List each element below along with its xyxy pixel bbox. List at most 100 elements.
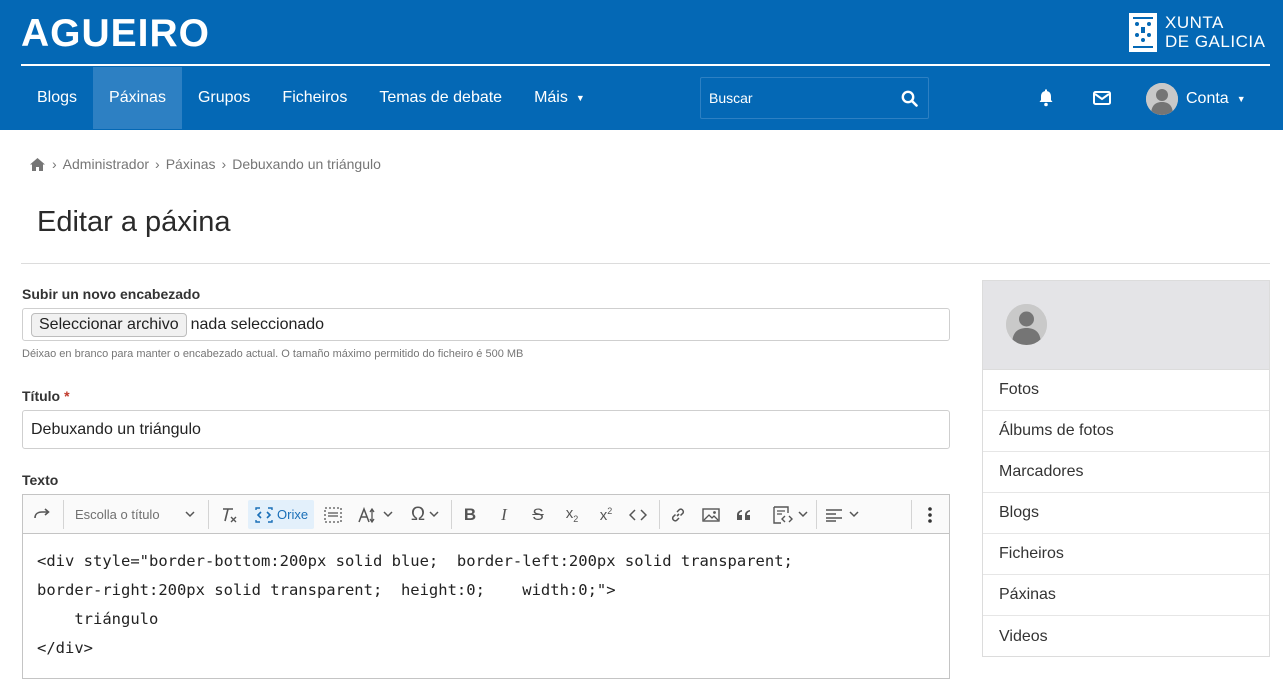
top-header: AGUEIRO XUNTA DE GALICIA Blogs Páxinas G…: [0, 0, 1283, 130]
editor-toolbar: Escolla o título Orixe Ω B I S x2 x2: [23, 495, 949, 534]
sidebar-item-videos[interactable]: Videos: [983, 616, 1269, 657]
editor-source-content[interactable]: <div style="border-bottom:200px solid bl…: [37, 547, 793, 663]
header-file-input[interactable]: Seleccionar archivo nada seleccionado: [22, 308, 950, 341]
sidebar-item-bookmarks[interactable]: Marcadores: [983, 452, 1269, 493]
chevron-down-icon: [185, 511, 195, 518]
sidebar-item-files[interactable]: Ficheiros: [983, 534, 1269, 575]
home-icon[interactable]: [29, 157, 46, 172]
toolbar-separator: [659, 500, 660, 529]
more-vertical-icon: [928, 506, 932, 523]
source-code-icon: [255, 506, 273, 523]
font-size-dropdown[interactable]: [355, 495, 395, 534]
toolbar-separator: [451, 500, 452, 529]
nav-item-more[interactable]: Máis ▼: [518, 67, 601, 129]
breadcrumb-administrator[interactable]: Administrador: [63, 156, 149, 172]
code-line: </div>: [37, 639, 93, 657]
file-status: nada seleccionado: [190, 315, 325, 333]
nav-label: Grupos: [197, 89, 251, 106]
search-input[interactable]: [701, 90, 890, 106]
header-upload-label: Subir un novo encabezado: [22, 286, 201, 302]
xunta-line-2: DE GALICIA: [1165, 32, 1266, 51]
remove-format-button[interactable]: [216, 495, 242, 534]
subscript-icon: x2: [565, 505, 579, 524]
link-button[interactable]: [665, 495, 691, 534]
superscript-button[interactable]: x2: [593, 495, 619, 534]
superscript-icon: x2: [599, 505, 613, 524]
search-button[interactable]: [890, 78, 928, 118]
strikethrough-icon: S: [532, 504, 544, 524]
chevron-down-icon: [429, 511, 439, 518]
xunta-logo[interactable]: XUNTA DE GALICIA: [1129, 12, 1265, 52]
nav-label: Páxinas: [109, 89, 166, 106]
template-icon: [773, 505, 793, 524]
sidebar-item-blogs[interactable]: Blogs: [983, 493, 1269, 534]
nav-label: Ficheiros: [282, 89, 348, 106]
owner-sidebar: Fotos Álbums de fotos Marcadores Blogs F…: [982, 280, 1270, 657]
bold-icon: B: [463, 504, 477, 524]
chevron-down-icon: ▼: [1236, 94, 1246, 104]
nav-item-groups[interactable]: Grupos: [182, 67, 266, 129]
sidebar-item-albums[interactable]: Álbums de fotos: [983, 411, 1269, 452]
chevron-down-icon: [849, 511, 859, 518]
required-mark: *: [64, 388, 70, 404]
sidebar-item-label: Marcadores: [999, 463, 1084, 480]
title-divider: [21, 263, 1270, 264]
search-icon: [901, 90, 918, 107]
code-icon: [629, 508, 647, 521]
show-blocks-button[interactable]: [319, 495, 347, 534]
toolbar-separator: [63, 500, 64, 529]
link-icon: [671, 507, 685, 522]
title-label-text: Título: [22, 388, 61, 404]
redo-button[interactable]: [29, 495, 55, 534]
sidebar-item-photos[interactable]: Fotos: [983, 370, 1269, 411]
code-button[interactable]: [625, 495, 651, 534]
mail-icon[interactable]: [1092, 89, 1112, 107]
chevron-down-icon: [798, 511, 808, 518]
nav-label: Máis: [534, 89, 568, 106]
owner-block: [983, 281, 1269, 370]
bold-button[interactable]: B: [457, 495, 483, 534]
redo-icon: [34, 507, 50, 518]
nav-item-files[interactable]: Ficheiros: [266, 67, 363, 129]
nav-label: Temas de debate: [379, 89, 503, 106]
insert-template-dropdown[interactable]: [766, 495, 814, 534]
choose-file-button[interactable]: Seleccionar archivo: [31, 312, 187, 337]
nav-item-blogs[interactable]: Blogs: [21, 67, 93, 129]
chevron-down-icon: ▼: [575, 93, 585, 103]
chevron-down-icon: [382, 511, 393, 518]
rich-text-editor: Escolla o título Orixe Ω B I S x2 x2 <di…: [22, 494, 950, 679]
nav-item-discussions[interactable]: Temas de debate: [363, 67, 518, 129]
title-field[interactable]: [22, 410, 950, 449]
italic-button[interactable]: I: [491, 495, 517, 534]
site-logo[interactable]: AGUEIRO: [21, 12, 210, 56]
image-button[interactable]: [698, 495, 724, 534]
avatar: [1146, 83, 1178, 115]
page-title: Editar a páxina: [37, 206, 231, 238]
nav-item-pages[interactable]: Páxinas: [93, 67, 182, 129]
blockquote-button[interactable]: [731, 495, 757, 534]
title-label: Título *: [22, 388, 70, 404]
source-button[interactable]: Orixe: [248, 500, 315, 529]
source-button-label: Orixe: [277, 507, 309, 522]
heading-dropdown[interactable]: Escolla o título: [67, 501, 203, 528]
font-size-icon: [357, 506, 375, 523]
special-characters-dropdown[interactable]: Ω: [405, 495, 445, 534]
xunta-line-1: XUNTA: [1165, 13, 1224, 32]
bell-icon[interactable]: [1036, 88, 1056, 108]
subscript-button[interactable]: x2: [559, 495, 585, 534]
toolbar-separator: [816, 500, 817, 529]
breadcrumb-pages[interactable]: Páxinas: [166, 156, 216, 172]
alignment-dropdown[interactable]: [821, 495, 863, 534]
strikethrough-button[interactable]: S: [525, 495, 551, 534]
header-divider: [21, 64, 1270, 66]
main-nav: Blogs Páxinas Grupos Ficheiros Temas de …: [21, 67, 601, 129]
account-menu[interactable]: Conta ▼: [1146, 82, 1246, 116]
avatar[interactable]: [1006, 304, 1047, 345]
code-line: <div style="border-bottom:200px solid bl…: [37, 552, 793, 570]
breadcrumb-separator: ›: [155, 156, 160, 172]
more-options-button[interactable]: [919, 495, 941, 534]
sidebar-item-pages[interactable]: Páxinas: [983, 575, 1269, 616]
code-line: triángulo: [37, 610, 159, 628]
breadcrumb-current[interactable]: Debuxando un triángulo: [232, 156, 381, 172]
toolbar-separator: [911, 500, 912, 529]
